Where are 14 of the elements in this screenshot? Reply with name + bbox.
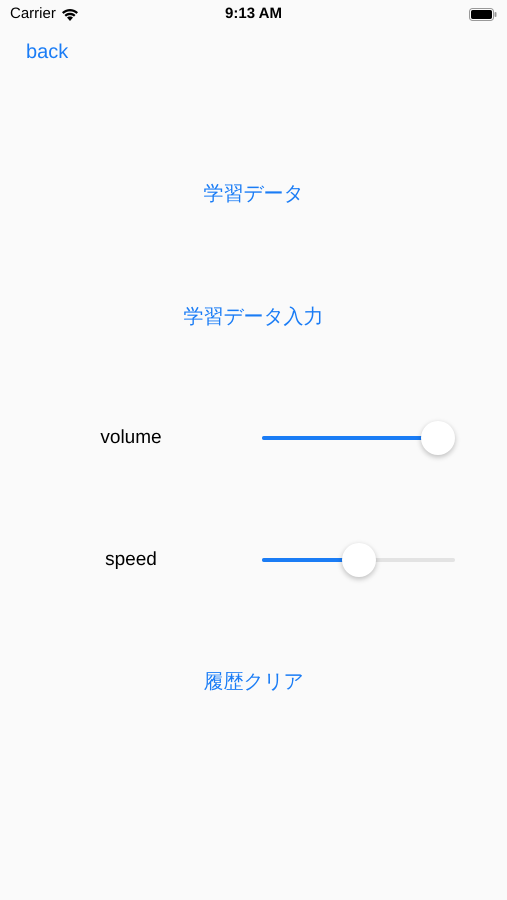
slider-thumb[interactable] [342,543,376,577]
slider-label: speed [105,548,157,572]
slider-track[interactable] [262,543,455,577]
text-button[interactable]: 学習データ入力 [184,305,324,329]
text-button[interactable]: 履歴クリア [204,670,304,694]
slider-track[interactable] [262,421,455,455]
slider-label: volume [100,426,162,450]
wifi-icon [60,8,79,20]
status-time: 9:13 AM [225,4,282,24]
slider-thumb[interactable] [420,421,455,455]
text-button[interactable]: 学習データ [204,182,304,206]
carrier-label: Carrier [10,4,56,24]
back-button[interactable]: back [26,37,68,67]
battery-icon [469,8,497,20]
